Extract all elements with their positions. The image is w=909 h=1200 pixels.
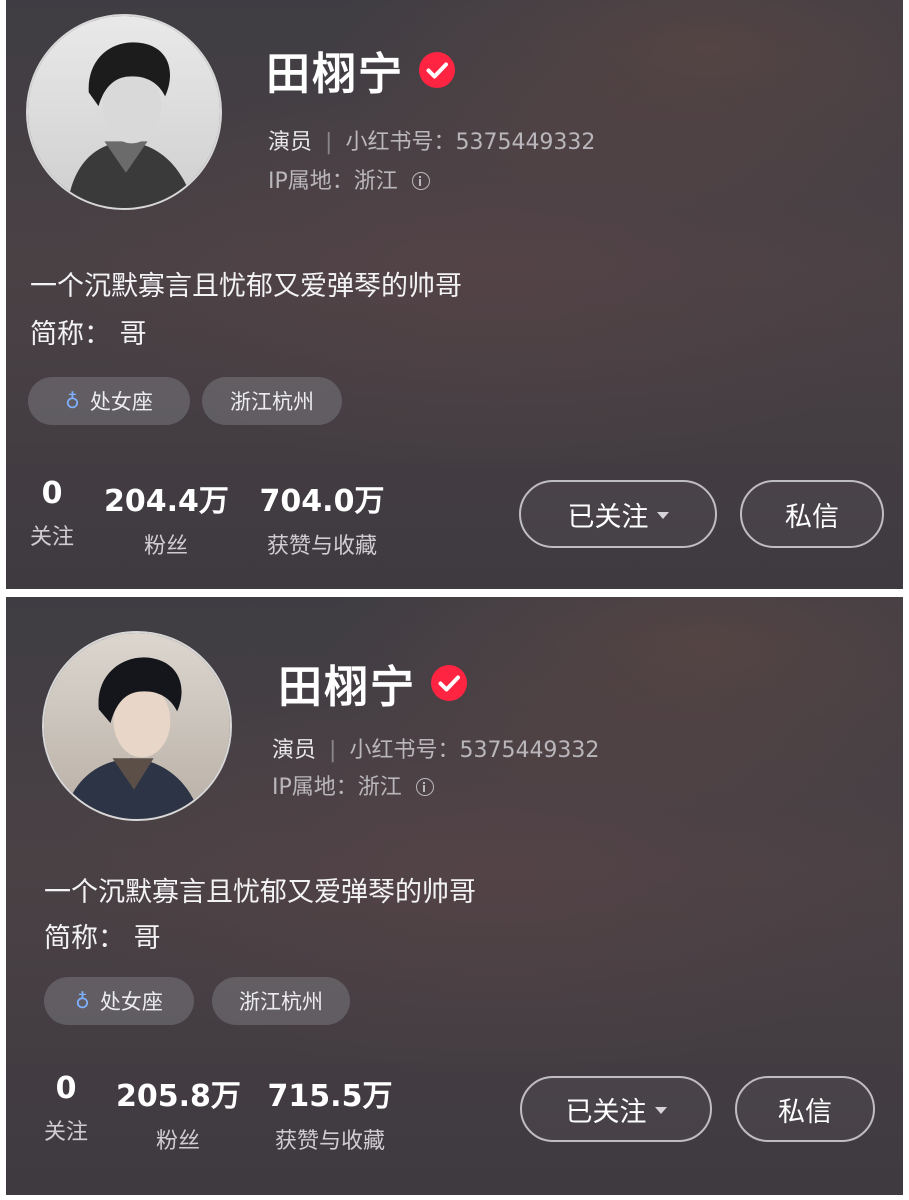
bio-line-1: 一个沉默寡言且忧郁又爱弹琴的帅哥 (44, 877, 476, 908)
avatar-photo (44, 633, 230, 819)
stat-following[interactable]: 0 关注 (18, 476, 86, 551)
avatar-photo (28, 16, 220, 208)
stat-following[interactable]: 0 关注 (32, 1071, 100, 1146)
message-button[interactable]: 私信 (735, 1076, 875, 1142)
verified-check-icon (419, 52, 455, 88)
avatar[interactable] (42, 631, 232, 821)
message-button[interactable]: 私信 (740, 480, 884, 548)
profile-header-after: 田栩宁 演员 | 小红书号：5375449332 IP属地：浙江 一个沉默寡言且忧郁… (6, 597, 903, 1195)
bio-line-2: 简称： 哥 (30, 319, 147, 350)
tag-zodiac[interactable]: ♁ 处女座 (28, 377, 190, 425)
stat-followers[interactable]: 204.4万 粉丝 (104, 476, 229, 560)
divider: | (325, 130, 333, 155)
info-icon[interactable] (415, 778, 434, 796)
avatar[interactable] (26, 14, 222, 210)
following-count: 0 (55, 1071, 77, 1106)
followed-button-label: 已关注 (565, 1096, 647, 1128)
id-value: 5375449332 (455, 130, 596, 155)
bio-line-1: 一个沉默寡言且忧郁又爱弹琴的帅哥 (30, 271, 462, 302)
following-label: 关注 (29, 525, 74, 550)
likes-label: 获赞与收藏 (274, 1129, 385, 1154)
tag-location[interactable]: 浙江杭州 (212, 977, 350, 1025)
tag-location-label: 浙江杭州 (230, 390, 314, 414)
tag-location-label: 浙江杭州 (239, 990, 323, 1014)
ip-location-line: IP属地：浙江 (268, 163, 430, 195)
divider: | (329, 738, 337, 763)
followers-label: 粉丝 (155, 1129, 200, 1154)
verified-check-icon (431, 665, 467, 701)
ip-value: 浙江 (357, 775, 402, 800)
bio-line-2: 简称： 哥 (44, 923, 161, 954)
ip-label: IP属地： (268, 169, 354, 194)
ip-location-line: IP属地：浙江 (272, 769, 434, 801)
stat-followers[interactable]: 205.8万 粉丝 (116, 1071, 241, 1155)
followed-button-label: 已关注 (567, 501, 649, 533)
tag-zodiac-label: 处女座 (99, 990, 163, 1014)
stat-likes[interactable]: 715.5万 获赞与收藏 (260, 1071, 400, 1155)
profile-header-before: 田栩宁 演员 | 小红书号：5375449332 IP属地：浙江 一个沉默寡言且忧郁… (6, 0, 903, 589)
id-label: 小红书号： (345, 130, 456, 155)
following-label: 关注 (43, 1120, 88, 1145)
followers-label: 粉丝 (143, 534, 188, 559)
tag-zodiac[interactable]: ♁ 处女座 (44, 977, 194, 1025)
ip-label: IP属地： (272, 775, 358, 800)
role-label: 演员 (268, 130, 313, 155)
followed-button[interactable]: 已关注 (520, 1076, 712, 1142)
profile-meta-line: 演员 | 小红书号：5375449332 (268, 124, 595, 156)
tag-zodiac-label: 处女座 (89, 390, 153, 414)
tag-location[interactable]: 浙江杭州 (202, 377, 342, 425)
message-button-label: 私信 (785, 501, 839, 533)
stat-likes[interactable]: 704.0万 获赞与收藏 (252, 476, 392, 560)
followers-count: 204.4万 (104, 484, 229, 519)
followers-count: 205.8万 (116, 1079, 241, 1114)
info-icon[interactable] (411, 172, 430, 190)
gender-icon: ♁ (75, 989, 90, 1013)
ip-value: 浙江 (353, 169, 398, 194)
likes-label: 获赞与收藏 (266, 534, 377, 559)
gender-icon: ♁ (65, 389, 80, 413)
id-value: 5375449332 (459, 738, 600, 763)
profile-name: 田栩宁 (278, 662, 416, 713)
likes-count: 704.0万 (259, 484, 385, 519)
likes-count: 715.5万 (267, 1079, 393, 1114)
followed-button[interactable]: 已关注 (519, 480, 717, 548)
following-count: 0 (41, 476, 63, 511)
profile-meta-line: 演员 | 小红书号：5375449332 (272, 732, 599, 764)
role-label: 演员 (272, 738, 317, 763)
id-label: 小红书号： (349, 738, 460, 763)
caret-down-icon (654, 1106, 667, 1114)
message-button-label: 私信 (778, 1096, 832, 1128)
caret-down-icon (656, 511, 669, 519)
profile-name: 田栩宁 (266, 49, 404, 100)
